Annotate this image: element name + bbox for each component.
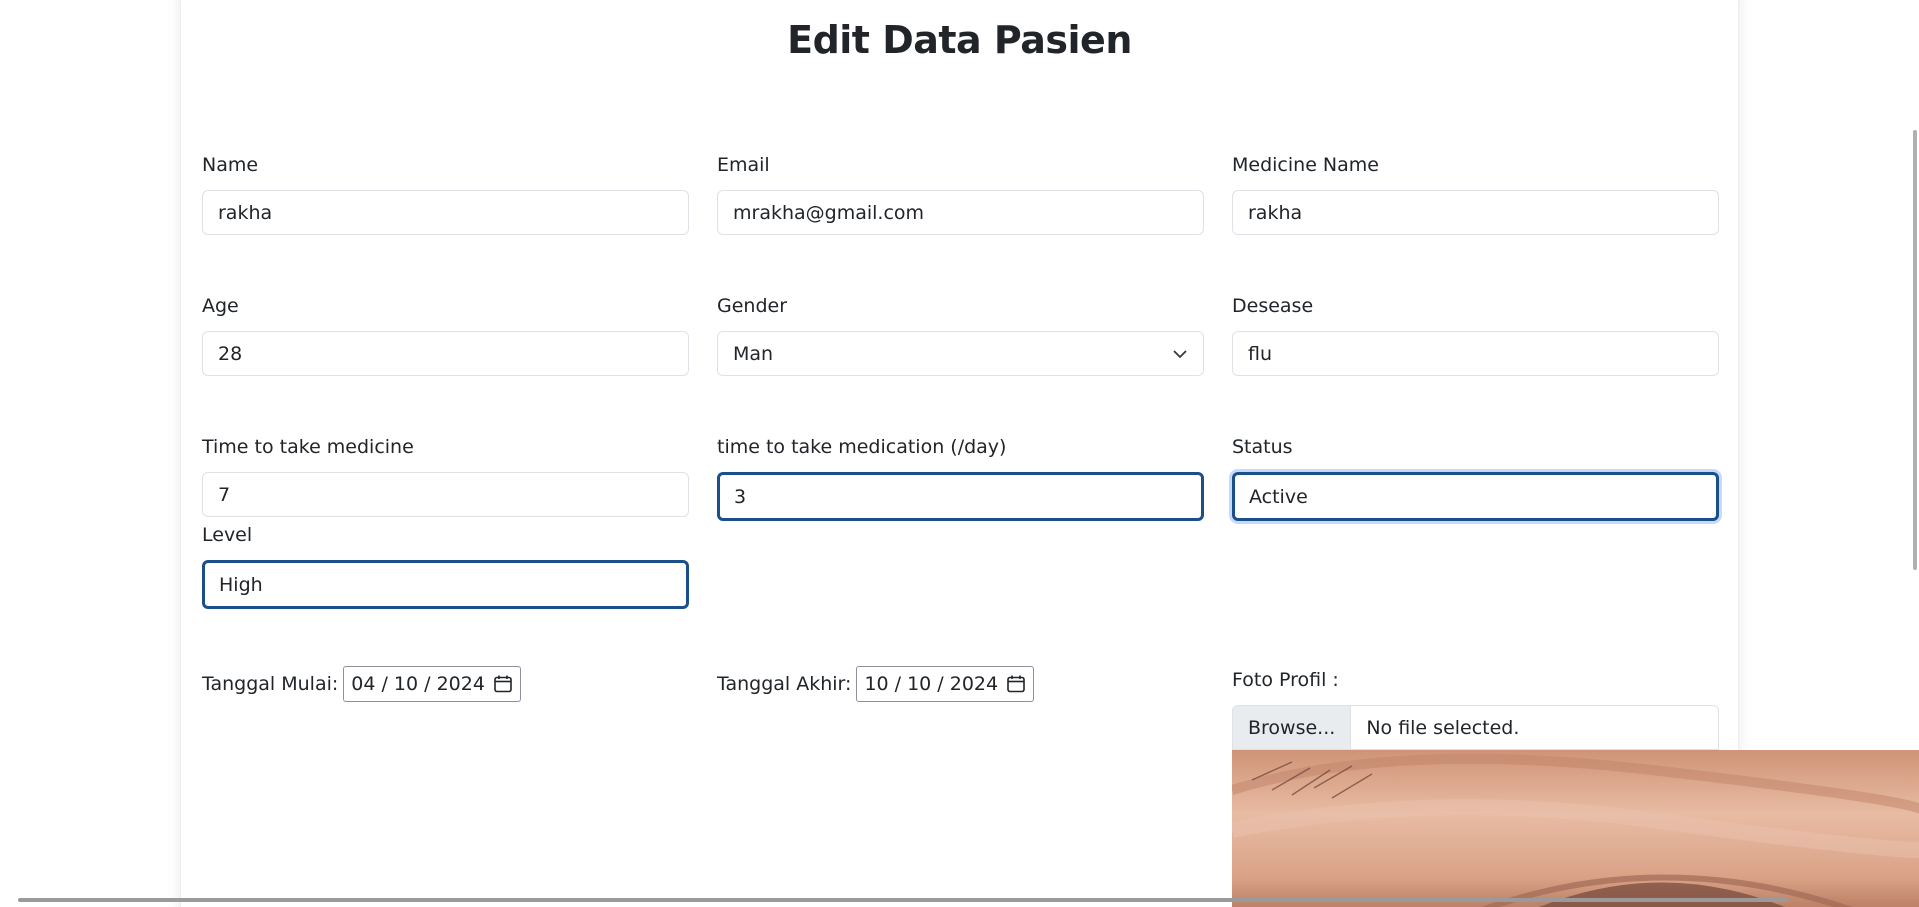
level-value: High: [219, 573, 263, 596]
name-value: rakha: [218, 201, 273, 224]
file-status-text: No file selected.: [1366, 716, 1520, 739]
age-input[interactable]: 28: [202, 331, 689, 376]
browse-button[interactable]: Browse...: [1233, 706, 1352, 749]
page-title: Edit Data Pasien: [787, 18, 1132, 62]
calendar-icon[interactable]: [1006, 674, 1026, 694]
status-label: Status: [1232, 436, 1293, 458]
time-per-day-label: time to take medication (/day): [717, 436, 1007, 458]
email-input[interactable]: mrakha@gmail.com: [717, 190, 1204, 235]
start-date-group: Tanggal Mulai: 04 / 10 / 2024: [202, 666, 521, 702]
time-per-day-input[interactable]: 3: [717, 472, 1204, 521]
end-date-label: Tanggal Akhir:: [717, 673, 852, 695]
profile-photo-graphic: [1232, 750, 1919, 907]
gender-select[interactable]: Man: [717, 331, 1204, 376]
desease-input[interactable]: flu: [1232, 331, 1719, 376]
status-input[interactable]: Active: [1232, 472, 1719, 521]
level-input[interactable]: High: [202, 560, 689, 609]
gender-value: Man: [733, 342, 774, 365]
desease-label: Desease: [1232, 295, 1314, 317]
time-to-take-medicine-value: 7: [218, 483, 231, 506]
status-value: Active: [1249, 485, 1308, 508]
time-per-day-value: 3: [734, 485, 747, 508]
name-input[interactable]: rakha: [202, 190, 689, 235]
time-to-take-medicine-label: Time to take medicine: [202, 436, 414, 458]
photo-label: Foto Profil :: [1232, 669, 1339, 691]
calendar-icon[interactable]: [493, 674, 513, 694]
end-date-value: 10 / 10 / 2024: [864, 673, 999, 695]
gender-label: Gender: [717, 295, 788, 317]
time-to-take-medicine-input[interactable]: 7: [202, 472, 689, 517]
medicine-name-label: Medicine Name: [1232, 154, 1379, 176]
chevron-down-icon: [1173, 350, 1187, 358]
medicine-name-input[interactable]: rakha: [1232, 190, 1719, 235]
medicine-name-value: rakha: [1248, 201, 1303, 224]
desease-value: flu: [1248, 342, 1273, 365]
photo-file-input[interactable]: Browse... No file selected.: [1232, 705, 1719, 750]
email-label: Email: [717, 154, 770, 176]
level-label: Level: [202, 524, 253, 546]
horizontal-scrollbar[interactable]: [18, 898, 1788, 902]
start-date-input[interactable]: 04 / 10 / 2024: [343, 666, 521, 702]
page: Edit Data Pasien Name rakha Email mrakha…: [0, 0, 1919, 907]
start-date-value: 04 / 10 / 2024: [351, 673, 485, 695]
end-date-group: Tanggal Akhir: 10 / 10 / 2024: [717, 666, 1035, 702]
start-date-label: Tanggal Mulai:: [202, 673, 339, 695]
age-value: 28: [218, 342, 243, 365]
name-label: Name: [202, 154, 259, 176]
profile-photo-image: [1232, 750, 1919, 907]
email-value: mrakha@gmail.com: [733, 201, 925, 224]
vertical-scrollbar[interactable]: [1913, 130, 1917, 570]
age-label: Age: [202, 295, 239, 317]
end-date-input[interactable]: 10 / 10 / 2024: [856, 666, 1035, 702]
